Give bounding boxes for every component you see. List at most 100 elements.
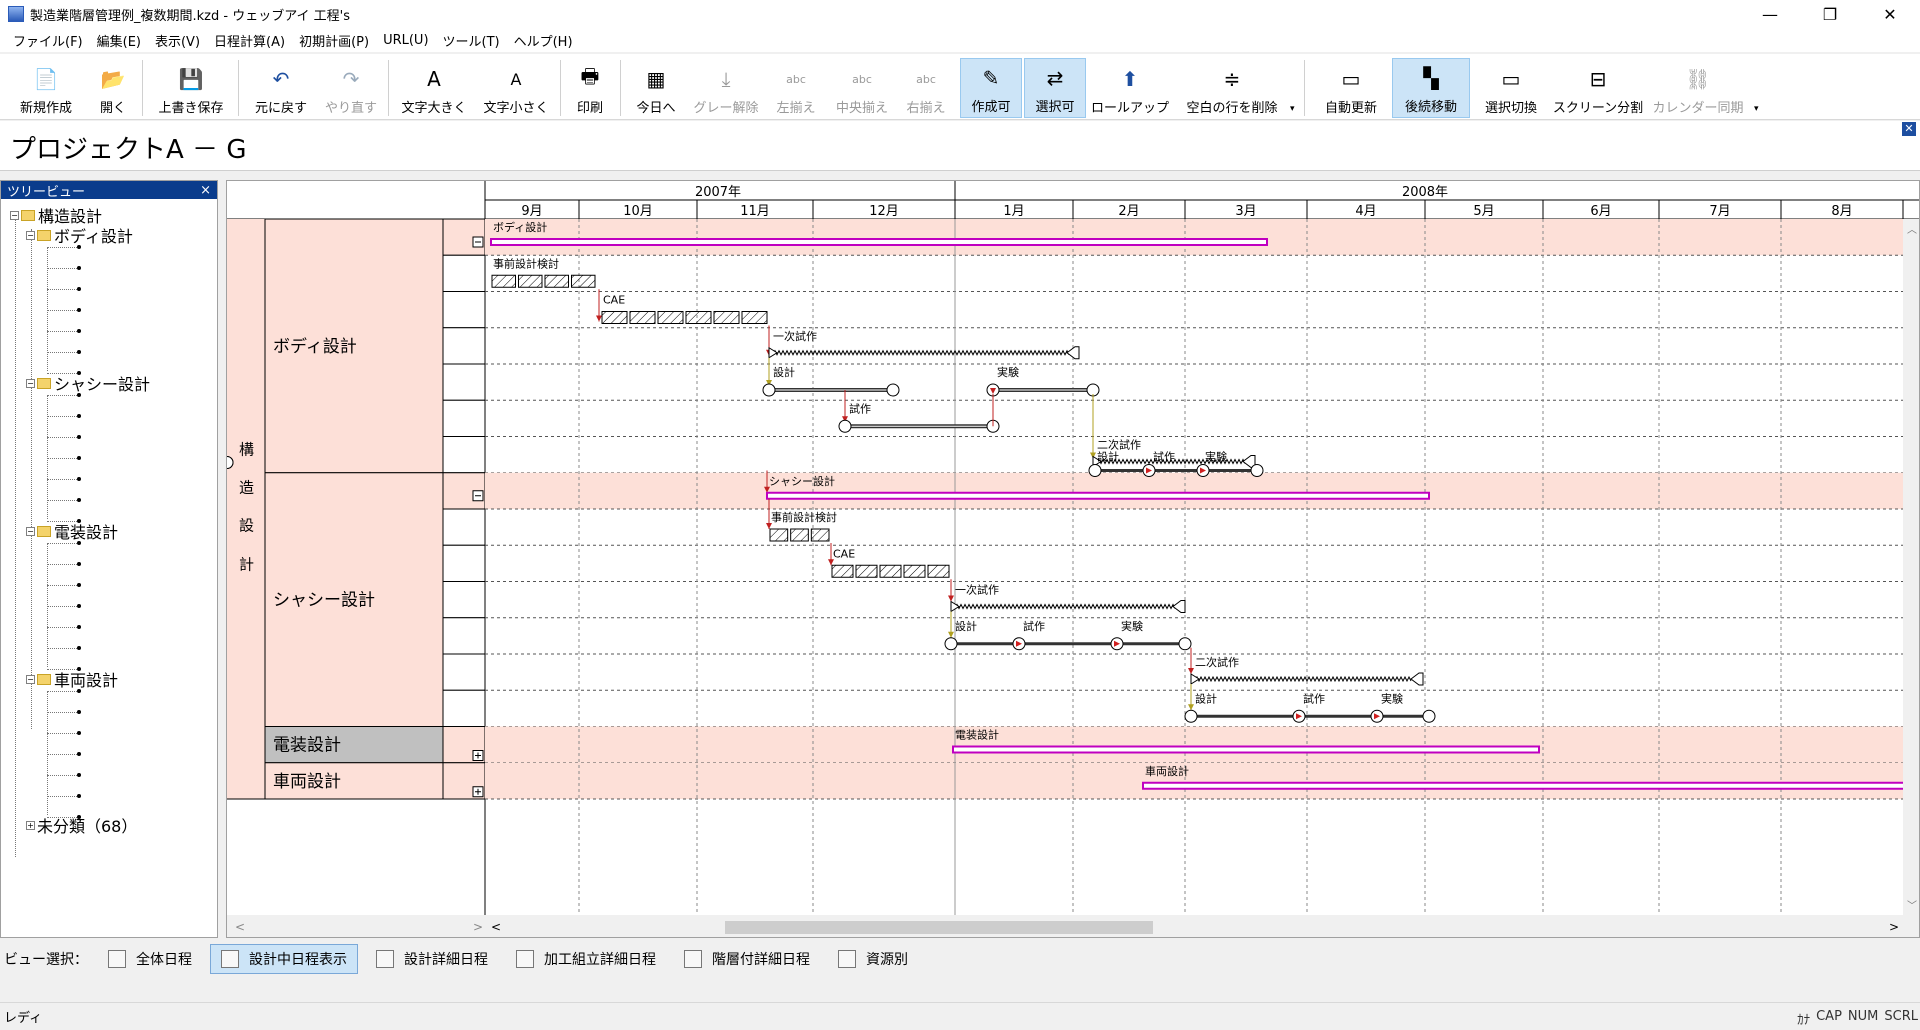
save-button[interactable]: 💾 上書き保存 bbox=[150, 58, 232, 118]
scroll-down-icon[interactable]: ﹀ bbox=[1907, 900, 1917, 912]
menu-help[interactable]: ヘルプ(H) bbox=[507, 31, 580, 50]
undo-button[interactable]: ↶ 元に戻す bbox=[246, 58, 316, 118]
row-cell[interactable] bbox=[442, 617, 486, 655]
tree-node-body[interactable]: − ボディ設計 bbox=[26, 223, 133, 247]
ungray-button[interactable]: ⤓ グレー解除 bbox=[690, 58, 762, 118]
task-node[interactable] bbox=[762, 383, 776, 397]
print-button[interactable]: 🖶 印刷 bbox=[566, 58, 614, 118]
row-cell[interactable] bbox=[442, 399, 486, 437]
view-tab-design-in-progress[interactable]: 設計中日程表示 bbox=[210, 944, 358, 974]
menu-edit[interactable]: 編集(E) bbox=[90, 31, 148, 50]
collapse-icon[interactable]: − bbox=[26, 378, 35, 388]
view-tab-machining-assembly[interactable]: 加工組立詳細日程 bbox=[506, 944, 666, 974]
task-bar[interactable] bbox=[713, 311, 740, 324]
align-left-button[interactable]: abc 左揃え bbox=[768, 58, 824, 118]
task-node[interactable] bbox=[1250, 464, 1264, 477]
tree-leaf-item[interactable] bbox=[77, 287, 81, 291]
row-cell[interactable] bbox=[442, 254, 486, 292]
tree-leaf-item[interactable] bbox=[77, 477, 81, 481]
collapse-icon[interactable]: − bbox=[10, 210, 19, 220]
follow-move-button[interactable]: ▚ 後続移動 bbox=[1392, 58, 1470, 118]
main-scroll-right-icon[interactable]: > bbox=[1889, 920, 1899, 934]
row-cell[interactable] bbox=[442, 436, 486, 474]
tree-leaf-item[interactable] bbox=[77, 371, 81, 375]
font-larger-button[interactable]: A 文字大きく bbox=[396, 58, 472, 118]
task-bar[interactable] bbox=[685, 311, 712, 324]
row-cell[interactable] bbox=[442, 508, 486, 546]
tree-close-icon[interactable]: × bbox=[200, 183, 211, 198]
row-cell[interactable] bbox=[442, 689, 486, 727]
close-button[interactable]: ✕ bbox=[1860, 0, 1920, 28]
menu-initial-plan[interactable]: 初期計画(P) bbox=[292, 31, 376, 50]
auto-update-button[interactable]: ▭ 自動更新 bbox=[1316, 58, 1386, 118]
redo-button[interactable]: ↷ やり直す bbox=[320, 58, 382, 118]
create-mode-button[interactable]: ✎ 作成可 bbox=[960, 58, 1022, 118]
tree-leaf-item[interactable] bbox=[77, 498, 81, 502]
main-scroll-left-icon[interactable]: < bbox=[491, 920, 501, 934]
rollup-button[interactable]: ⬆ ロールアップ bbox=[1090, 58, 1170, 118]
task-bar[interactable] bbox=[741, 311, 768, 324]
menu-url[interactable]: URL(U) bbox=[376, 33, 435, 48]
milestone-line[interactable] bbox=[950, 603, 1176, 610]
tree-leaf-item[interactable] bbox=[77, 710, 81, 714]
new-button[interactable]: 📄 新規作成 bbox=[10, 58, 82, 118]
tree-leaf-item[interactable] bbox=[77, 667, 81, 671]
summary-row[interactable] bbox=[485, 726, 1903, 763]
tree-leaf-item[interactable] bbox=[77, 414, 81, 418]
task-bar[interactable] bbox=[831, 564, 854, 578]
tree-leaf-item[interactable] bbox=[77, 625, 81, 629]
tree-leaf-item[interactable] bbox=[77, 393, 81, 397]
select-switch-button[interactable]: ▭ 選択切換 bbox=[1476, 58, 1546, 118]
open-button[interactable]: 📂 開く bbox=[88, 58, 138, 118]
expand-icon[interactable]: + bbox=[26, 820, 35, 830]
tree-leaf-item[interactable] bbox=[77, 604, 81, 608]
tree-leaf-item[interactable] bbox=[77, 562, 81, 566]
calendar-sync-button[interactable]: ⛓ カレンダー同期 bbox=[1650, 58, 1746, 118]
tree-leaf-item[interactable] bbox=[77, 350, 81, 354]
tree-node-uncategorized[interactable]: + 未分類（68） bbox=[26, 813, 137, 837]
view-tab-overall[interactable]: 全体日程 bbox=[98, 944, 202, 974]
row-cell[interactable] bbox=[442, 544, 486, 582]
task-node[interactable] bbox=[1184, 709, 1198, 723]
align-right-button[interactable]: abc 右揃え bbox=[898, 58, 954, 118]
milestone-line[interactable] bbox=[1190, 675, 1412, 683]
row-cell[interactable] bbox=[442, 363, 486, 401]
row-cell[interactable] bbox=[442, 327, 486, 365]
minimize-button[interactable]: — bbox=[1740, 0, 1800, 28]
task-bar[interactable] bbox=[629, 311, 656, 324]
row-cell[interactable] bbox=[442, 581, 486, 619]
horizontal-scroll-thumb[interactable] bbox=[725, 921, 1153, 934]
view-tab-resources[interactable]: 資源別 bbox=[828, 944, 918, 974]
select-mode-button[interactable]: ⇄ 選択可 bbox=[1024, 58, 1086, 118]
task-bar[interactable] bbox=[657, 311, 684, 324]
task-bar[interactable] bbox=[790, 528, 809, 542]
tree-leaf-item[interactable] bbox=[77, 773, 81, 777]
tree-leaf-item[interactable] bbox=[77, 689, 81, 693]
tree-node-chassis[interactable]: − シャシー設計 bbox=[26, 371, 150, 395]
tree-leaf-item[interactable] bbox=[77, 245, 81, 249]
font-smaller-button[interactable]: A 文字小さく bbox=[478, 58, 554, 118]
task-bar[interactable] bbox=[601, 311, 628, 324]
task-node[interactable] bbox=[1088, 464, 1102, 477]
tree-leaf-item[interactable] bbox=[77, 435, 81, 439]
tree-leaf-item[interactable] bbox=[77, 815, 81, 819]
task-node[interactable] bbox=[944, 637, 958, 651]
task-bar[interactable] bbox=[518, 274, 543, 288]
tree-leaf-item[interactable] bbox=[77, 519, 81, 523]
tree-leaf-item[interactable] bbox=[77, 731, 81, 735]
menu-file[interactable]: ファイル(F) bbox=[6, 31, 90, 50]
task-bar[interactable] bbox=[571, 274, 596, 288]
menu-view[interactable]: 表示(V) bbox=[148, 31, 207, 50]
summary-row[interactable] bbox=[485, 219, 1903, 256]
tree-leaf-item[interactable] bbox=[77, 794, 81, 798]
tree-leaf-item[interactable] bbox=[77, 456, 81, 460]
task-node[interactable] bbox=[1422, 709, 1436, 723]
tree-leaf-item[interactable] bbox=[77, 266, 81, 270]
tree-leaf-item[interactable] bbox=[77, 583, 81, 587]
task-node[interactable] bbox=[838, 419, 852, 433]
summary-bar[interactable] bbox=[766, 491, 1430, 500]
task-bar[interactable] bbox=[544, 274, 569, 288]
tree-leaf-item[interactable] bbox=[77, 308, 81, 312]
summary-bar[interactable] bbox=[952, 745, 1540, 754]
view-tab-hierarchical-detail[interactable]: 階層付詳細日程 bbox=[674, 944, 820, 974]
